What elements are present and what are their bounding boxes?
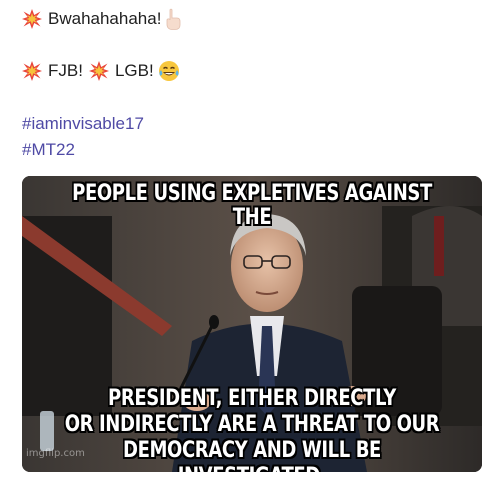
collision-burst-icon <box>22 61 42 81</box>
meme-caption-bottom-line-3: DEMOCRACY AND WILL BE INVESTIGATED. <box>123 438 381 472</box>
meme-watermark: imgflip.com <box>26 448 85 459</box>
collision-burst-icon <box>22 9 42 29</box>
post-text-bwahaha: Bwahahahaha! <box>48 9 162 28</box>
post-line-2: FJB! LGB! <box>22 60 180 82</box>
post-text-lgb: LGB! <box>114 61 154 80</box>
meme-caption-bottom-line-1: PRESIDENT, EITHER DIRECTLY <box>108 386 396 411</box>
pointing-down-hand-icon <box>167 8 181 30</box>
meme-caption-top: PEOPLE USING EXPLETIVES AGAINST THE <box>72 181 432 230</box>
meme-caption-bottom: PRESIDENT, EITHER DIRECTLY OR INDIRECTLY… <box>63 386 440 472</box>
post-text-fjb: FJB! <box>48 61 83 80</box>
hashtag-mt22[interactable]: #MT22 <box>22 139 75 161</box>
collision-burst-icon <box>88 61 109 81</box>
post-line-1: Bwahahahaha! <box>22 8 181 30</box>
meme-image[interactable]: PEOPLE USING EXPLETIVES AGAINST THE PRES… <box>22 176 482 472</box>
hashtag-iaminvisable17[interactable]: #iaminvisable17 <box>22 113 144 135</box>
tears-of-joy-icon <box>158 61 179 81</box>
meme-caption-bottom-line-2: OR INDIRECTLY ARE A THREAT TO OUR <box>64 412 440 437</box>
